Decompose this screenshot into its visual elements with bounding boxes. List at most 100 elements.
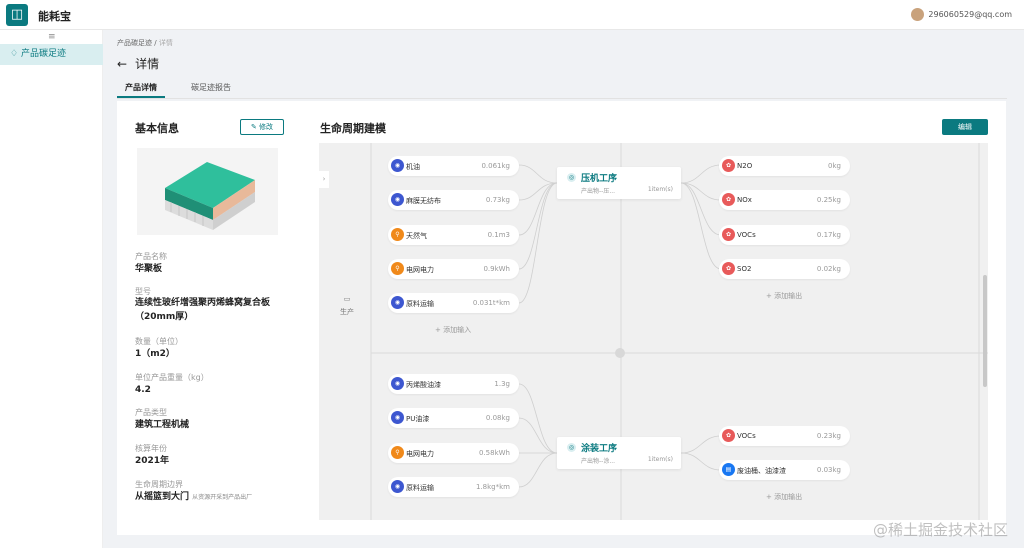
input-name: 天然气 xyxy=(406,232,427,240)
process-sub: 产出物--压... xyxy=(581,188,616,195)
product-image xyxy=(137,148,278,235)
tab-carbon-report[interactable]: 碳足迹报告 xyxy=(183,79,239,98)
user-menu[interactable]: 296060529@qq.com xyxy=(911,8,1012,21)
lifecycle-edit-button[interactable]: 编辑 xyxy=(942,119,988,135)
input-value: 0.08kg xyxy=(485,414,510,422)
input-item[interactable]: ⚲ 天然气 0.1m3 xyxy=(388,225,519,245)
process-name: 涂装工序 xyxy=(581,444,618,454)
process-icon: ◎ xyxy=(567,173,576,182)
process-amount: 1item(s) xyxy=(647,456,673,463)
material-icon: ◉ xyxy=(391,411,404,424)
process-name: 压机工序 xyxy=(581,174,618,184)
process-sub: 产出物--涂... xyxy=(581,458,616,465)
user-email: 296060529@qq.com xyxy=(928,10,1012,19)
tab-bar: 产品详情 碳足迹报告 xyxy=(117,79,239,98)
field-value-lifecycle-boundary: 从摇篮到大门 从资源开采到产品出厂 xyxy=(135,490,310,505)
lifecycle-title: 生命周期建模 xyxy=(320,122,386,135)
output-item[interactable]: ✿ VOCs 0.23kg xyxy=(719,426,850,446)
stage-label: 生产 xyxy=(340,308,354,316)
stage-production: ▭ 生产 xyxy=(337,293,357,319)
tab-divider xyxy=(117,98,1007,99)
field-value-product-name: 华聚板 xyxy=(135,264,163,274)
input-name: PU油漆 xyxy=(406,415,430,423)
canvas-scrollbar[interactable] xyxy=(983,275,987,387)
input-item[interactable]: ⚲ 电网电力 0.9kWh xyxy=(388,259,519,279)
input-name: 麻膜无纺布 xyxy=(406,197,441,205)
output-item[interactable]: ▤ 废油桶、油漆渣 0.03kg xyxy=(719,460,850,480)
output-value: 0.25kg xyxy=(816,196,841,204)
field-value-weight: 4.2 xyxy=(135,385,151,395)
output-name: VOCs xyxy=(737,231,756,239)
sidebar: ≡ ♢ 产品碳足迹 xyxy=(0,30,103,548)
leaf-icon: ♢ xyxy=(10,49,19,59)
output-item[interactable]: ✿ SO2 0.02kg xyxy=(719,259,850,279)
breadcrumb-current: 详情 xyxy=(158,39,173,47)
top-bar: ◫ 能耗宝 296060529@qq.com xyxy=(0,0,1024,30)
process-node-press[interactable]: ◎ 压机工序 产出物--压... 1item(s) xyxy=(557,167,681,199)
sidebar-item-carbon-footprint[interactable]: ♢ 产品碳足迹 xyxy=(0,44,103,65)
app-name: 能耗宝 xyxy=(38,10,71,23)
input-name: 原料运输 xyxy=(406,484,434,492)
emission-icon: ✿ xyxy=(722,429,735,442)
basic-info-title: 基本信息 xyxy=(135,122,179,135)
energy-icon: ⚲ xyxy=(391,446,404,459)
material-icon: ◉ xyxy=(391,480,404,493)
add-output-link[interactable]: + 添加输出 xyxy=(766,492,802,502)
process-icon: ◎ xyxy=(567,443,576,452)
output-item[interactable]: ✿ N2O 0kg xyxy=(719,156,850,176)
input-name: 机油 xyxy=(406,163,420,171)
output-item[interactable]: ✿ VOCs 0.17kg xyxy=(719,225,850,245)
emission-icon: ✿ xyxy=(722,193,735,206)
output-name: SO2 xyxy=(737,265,752,273)
input-value: 0.061kg xyxy=(481,162,510,170)
output-item[interactable]: ✿ NOx 0.25kg xyxy=(719,190,850,210)
field-value-accounting-year: 2021年 xyxy=(135,456,170,466)
avatar[interactable] xyxy=(911,8,925,21)
output-name: N2O xyxy=(737,162,753,170)
energy-icon: ⚲ xyxy=(391,228,404,241)
menu-collapse-icon[interactable]: ≡ xyxy=(48,32,56,42)
input-item[interactable]: ◉ 机油 0.061kg xyxy=(388,156,519,176)
input-value: 0.031t*km xyxy=(472,299,510,307)
field-label-weight: 单位产品重量（kg） xyxy=(135,373,209,382)
input-item[interactable]: ◉ 原料运输 0.031t*km xyxy=(388,293,519,313)
output-value: 0.23kg xyxy=(816,432,841,440)
tab-product-details[interactable]: 产品详情 xyxy=(117,79,165,98)
input-value: 0.1m3 xyxy=(487,231,510,239)
add-input-link[interactable]: + 添加输入 xyxy=(435,325,471,335)
input-value: 1.3g xyxy=(494,380,510,388)
output-value: 0.03kg xyxy=(816,466,841,474)
breadcrumb-separator: / xyxy=(154,39,157,47)
input-name: 丙烯酸油漆 xyxy=(406,381,441,389)
pencil-icon: ✎ xyxy=(250,123,257,131)
output-value: 0.17kg xyxy=(816,231,841,239)
boundary-main: 从摇篮到大门 xyxy=(135,492,190,502)
output-name: VOCs xyxy=(737,432,756,440)
add-output-link[interactable]: + 添加输出 xyxy=(766,291,802,301)
process-node-coating[interactable]: ◎ 涂装工序 产出物--涂... 1item(s) xyxy=(557,437,681,469)
input-value: 0.73kg xyxy=(485,196,510,204)
field-label-accounting-year: 核算年份 xyxy=(135,444,167,453)
page-header: ← 详情 xyxy=(117,55,159,72)
field-value-product-type: 建筑工程机械 xyxy=(135,420,190,430)
modify-button[interactable]: ✎ 修改 xyxy=(240,119,284,135)
input-item[interactable]: ◉ 麻膜无纺布 0.73kg xyxy=(388,190,519,210)
field-label-lifecycle-boundary: 生命周期边界 xyxy=(135,480,183,489)
app-logo-icon[interactable]: ◫ xyxy=(6,4,28,26)
boundary-sub: 从资源开采到产品出厂 xyxy=(192,494,253,501)
sidebar-item-label: 产品碳足迹 xyxy=(20,49,66,59)
input-item[interactable]: ⚲ 电网电力 0.58kWh xyxy=(388,443,519,463)
output-value: 0.02kg xyxy=(816,265,841,273)
back-arrow-icon[interactable]: ← xyxy=(117,57,127,71)
input-name: 电网电力 xyxy=(406,266,434,274)
breadcrumb-parent[interactable]: 产品碳足迹 xyxy=(117,39,152,47)
input-item[interactable]: ◉ PU油漆 0.08kg xyxy=(388,408,519,428)
watermark: @稀土掘金技术社区 xyxy=(872,521,1008,539)
input-item[interactable]: ◉ 丙烯酸油漆 1.3g xyxy=(388,374,519,394)
panel-expand-icon[interactable]: › xyxy=(319,171,329,188)
material-icon: ◉ xyxy=(391,193,404,206)
material-icon: ◉ xyxy=(391,159,404,172)
input-name: 电网电力 xyxy=(406,450,434,458)
material-icon: ◉ xyxy=(391,296,404,309)
input-item[interactable]: ◉ 原料运输 1.8kg*km xyxy=(388,477,519,497)
